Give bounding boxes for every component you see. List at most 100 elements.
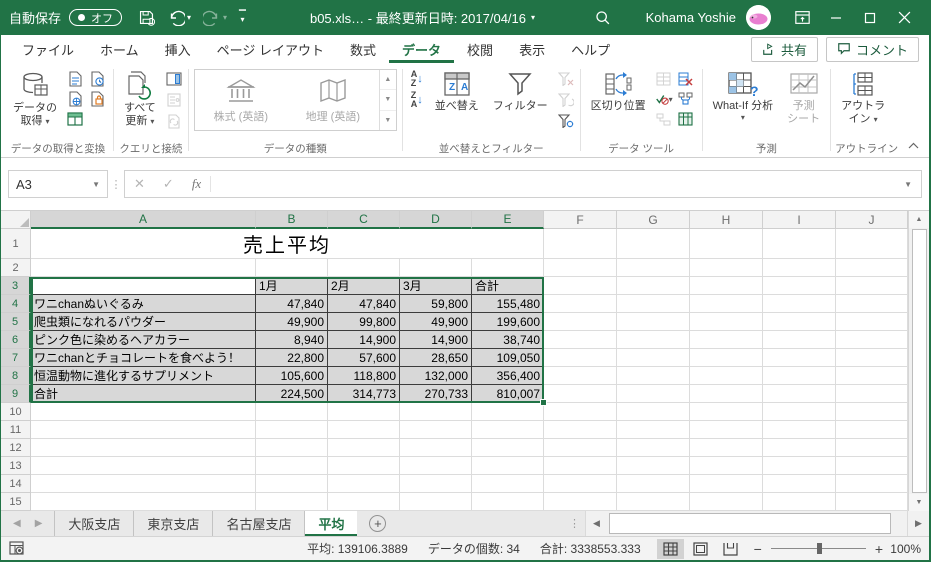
cell[interactable]: [690, 385, 763, 403]
scroll-up-icon[interactable]: ▲: [909, 211, 929, 228]
row-header-15[interactable]: 15: [1, 493, 31, 511]
sort-button[interactable]: ZA 並べ替え: [430, 68, 484, 115]
cell[interactable]: [617, 259, 690, 277]
cell[interactable]: [256, 439, 328, 457]
cell[interactable]: 224,500: [256, 385, 328, 403]
cell[interactable]: [836, 385, 908, 403]
tab-数式[interactable]: 数式: [337, 35, 389, 63]
vertical-scroll-thumb[interactable]: [911, 229, 927, 493]
cell[interactable]: [690, 421, 763, 439]
cell[interactable]: [836, 331, 908, 349]
active-cell-A3[interactable]: [31, 277, 256, 295]
row-header-5[interactable]: 5: [1, 313, 31, 331]
cell[interactable]: 合計: [31, 385, 256, 403]
column-header-F[interactable]: F: [544, 211, 617, 229]
enter-icon[interactable]: ✓: [154, 176, 183, 192]
row-header-14[interactable]: 14: [1, 475, 31, 493]
cell[interactable]: [31, 493, 256, 511]
cell[interactable]: [763, 421, 836, 439]
cell[interactable]: [617, 421, 690, 439]
share-button[interactable]: 共有: [750, 36, 818, 62]
cell[interactable]: ワニchanとチョコレートを食べよう！: [31, 349, 256, 367]
cell[interactable]: 118,800: [328, 367, 400, 385]
row-header-12[interactable]: 12: [1, 439, 31, 457]
cell[interactable]: [690, 229, 763, 259]
cell[interactable]: [256, 493, 328, 511]
row-header-4[interactable]: 4: [1, 295, 31, 313]
horizontal-scrollbar[interactable]: [607, 511, 907, 536]
cell[interactable]: [690, 493, 763, 511]
cell[interactable]: [256, 403, 328, 421]
cell[interactable]: [617, 385, 690, 403]
what-if-analysis-button[interactable]: ? What-If 分析 ▾: [708, 68, 779, 125]
geography-button[interactable]: 地理 (英語): [287, 70, 379, 130]
cell[interactable]: [690, 295, 763, 313]
cell[interactable]: [763, 457, 836, 475]
cell[interactable]: [763, 259, 836, 277]
cell[interactable]: [690, 313, 763, 331]
cell[interactable]: [400, 457, 472, 475]
cell[interactable]: [544, 493, 617, 511]
cell[interactable]: [31, 403, 256, 421]
select-all-corner[interactable]: [1, 211, 31, 229]
cell[interactable]: [544, 421, 617, 439]
undo-button[interactable]: ▾: [167, 10, 191, 26]
row-header-13[interactable]: 13: [1, 457, 31, 475]
data-validation-icon[interactable]: ▾: [655, 90, 673, 108]
horizontal-scroll-thumb[interactable]: [609, 513, 891, 534]
new-sheet-button[interactable]: +: [369, 515, 387, 532]
status-count[interactable]: データの個数: 34: [428, 540, 520, 557]
tab-ページ レイアウト[interactable]: ページ レイアウト: [204, 35, 337, 63]
manage-data-model-icon[interactable]: [677, 110, 695, 128]
cell[interactable]: [836, 439, 908, 457]
cell[interactable]: [763, 295, 836, 313]
cell[interactable]: ピンク色に染めるヘアカラー: [31, 331, 256, 349]
flash-fill-icon[interactable]: [655, 70, 673, 88]
cell[interactable]: [836, 259, 908, 277]
cell[interactable]: [617, 457, 690, 475]
cell[interactable]: [400, 421, 472, 439]
cell[interactable]: [544, 457, 617, 475]
cell[interactable]: [31, 421, 256, 439]
row-header-7[interactable]: 7: [1, 349, 31, 367]
name-box-dropdown-icon[interactable]: ▼: [92, 180, 100, 189]
tab-挿入[interactable]: 挿入: [152, 35, 204, 63]
cell[interactable]: [256, 457, 328, 475]
cell[interactable]: [400, 439, 472, 457]
tab-表示[interactable]: 表示: [506, 35, 558, 63]
cell[interactable]: [544, 259, 617, 277]
cell[interactable]: 99,800: [328, 313, 400, 331]
cell[interactable]: [763, 475, 836, 493]
cell[interactable]: [763, 229, 836, 259]
cancel-icon[interactable]: ✕: [125, 176, 154, 192]
cell[interactable]: [763, 367, 836, 385]
cell[interactable]: 109,050: [472, 349, 544, 367]
cell[interactable]: [328, 439, 400, 457]
cell[interactable]: 810,007: [472, 385, 544, 403]
tab-ホーム[interactable]: ホーム: [87, 35, 152, 63]
cell[interactable]: [256, 475, 328, 493]
cell[interactable]: [617, 475, 690, 493]
cell[interactable]: [400, 259, 472, 277]
vertical-scrollbar[interactable]: ▲ ▼: [908, 211, 929, 511]
cell[interactable]: [836, 421, 908, 439]
search-button[interactable]: [586, 0, 620, 35]
document-title-dropdown-icon[interactable]: ▾: [531, 13, 535, 22]
user-avatar[interactable]: [746, 5, 771, 30]
cell[interactable]: [544, 439, 617, 457]
collapse-ribbon-button[interactable]: [908, 136, 919, 154]
hscroll-left-icon[interactable]: ◀: [585, 511, 607, 536]
cell[interactable]: [544, 313, 617, 331]
cell[interactable]: 49,900: [256, 313, 328, 331]
save-button[interactable]: [138, 9, 156, 26]
formula-bar[interactable]: ✕ ✓ fx ▼: [124, 170, 922, 198]
status-average[interactable]: 平均: 139106.3889: [307, 540, 408, 557]
name-box[interactable]: A3 ▼: [8, 170, 108, 198]
cell[interactable]: 22,800: [256, 349, 328, 367]
sheet-tab-平均[interactable]: 平均: [304, 511, 358, 536]
formula-bar-divider[interactable]: ⋮: [108, 178, 124, 191]
sheet-tab-大阪支店[interactable]: 大阪支店: [54, 511, 133, 536]
tab-校閲[interactable]: 校閲: [454, 35, 506, 63]
zoom-out-button[interactable]: −: [754, 541, 762, 557]
cell[interactable]: [617, 229, 690, 259]
